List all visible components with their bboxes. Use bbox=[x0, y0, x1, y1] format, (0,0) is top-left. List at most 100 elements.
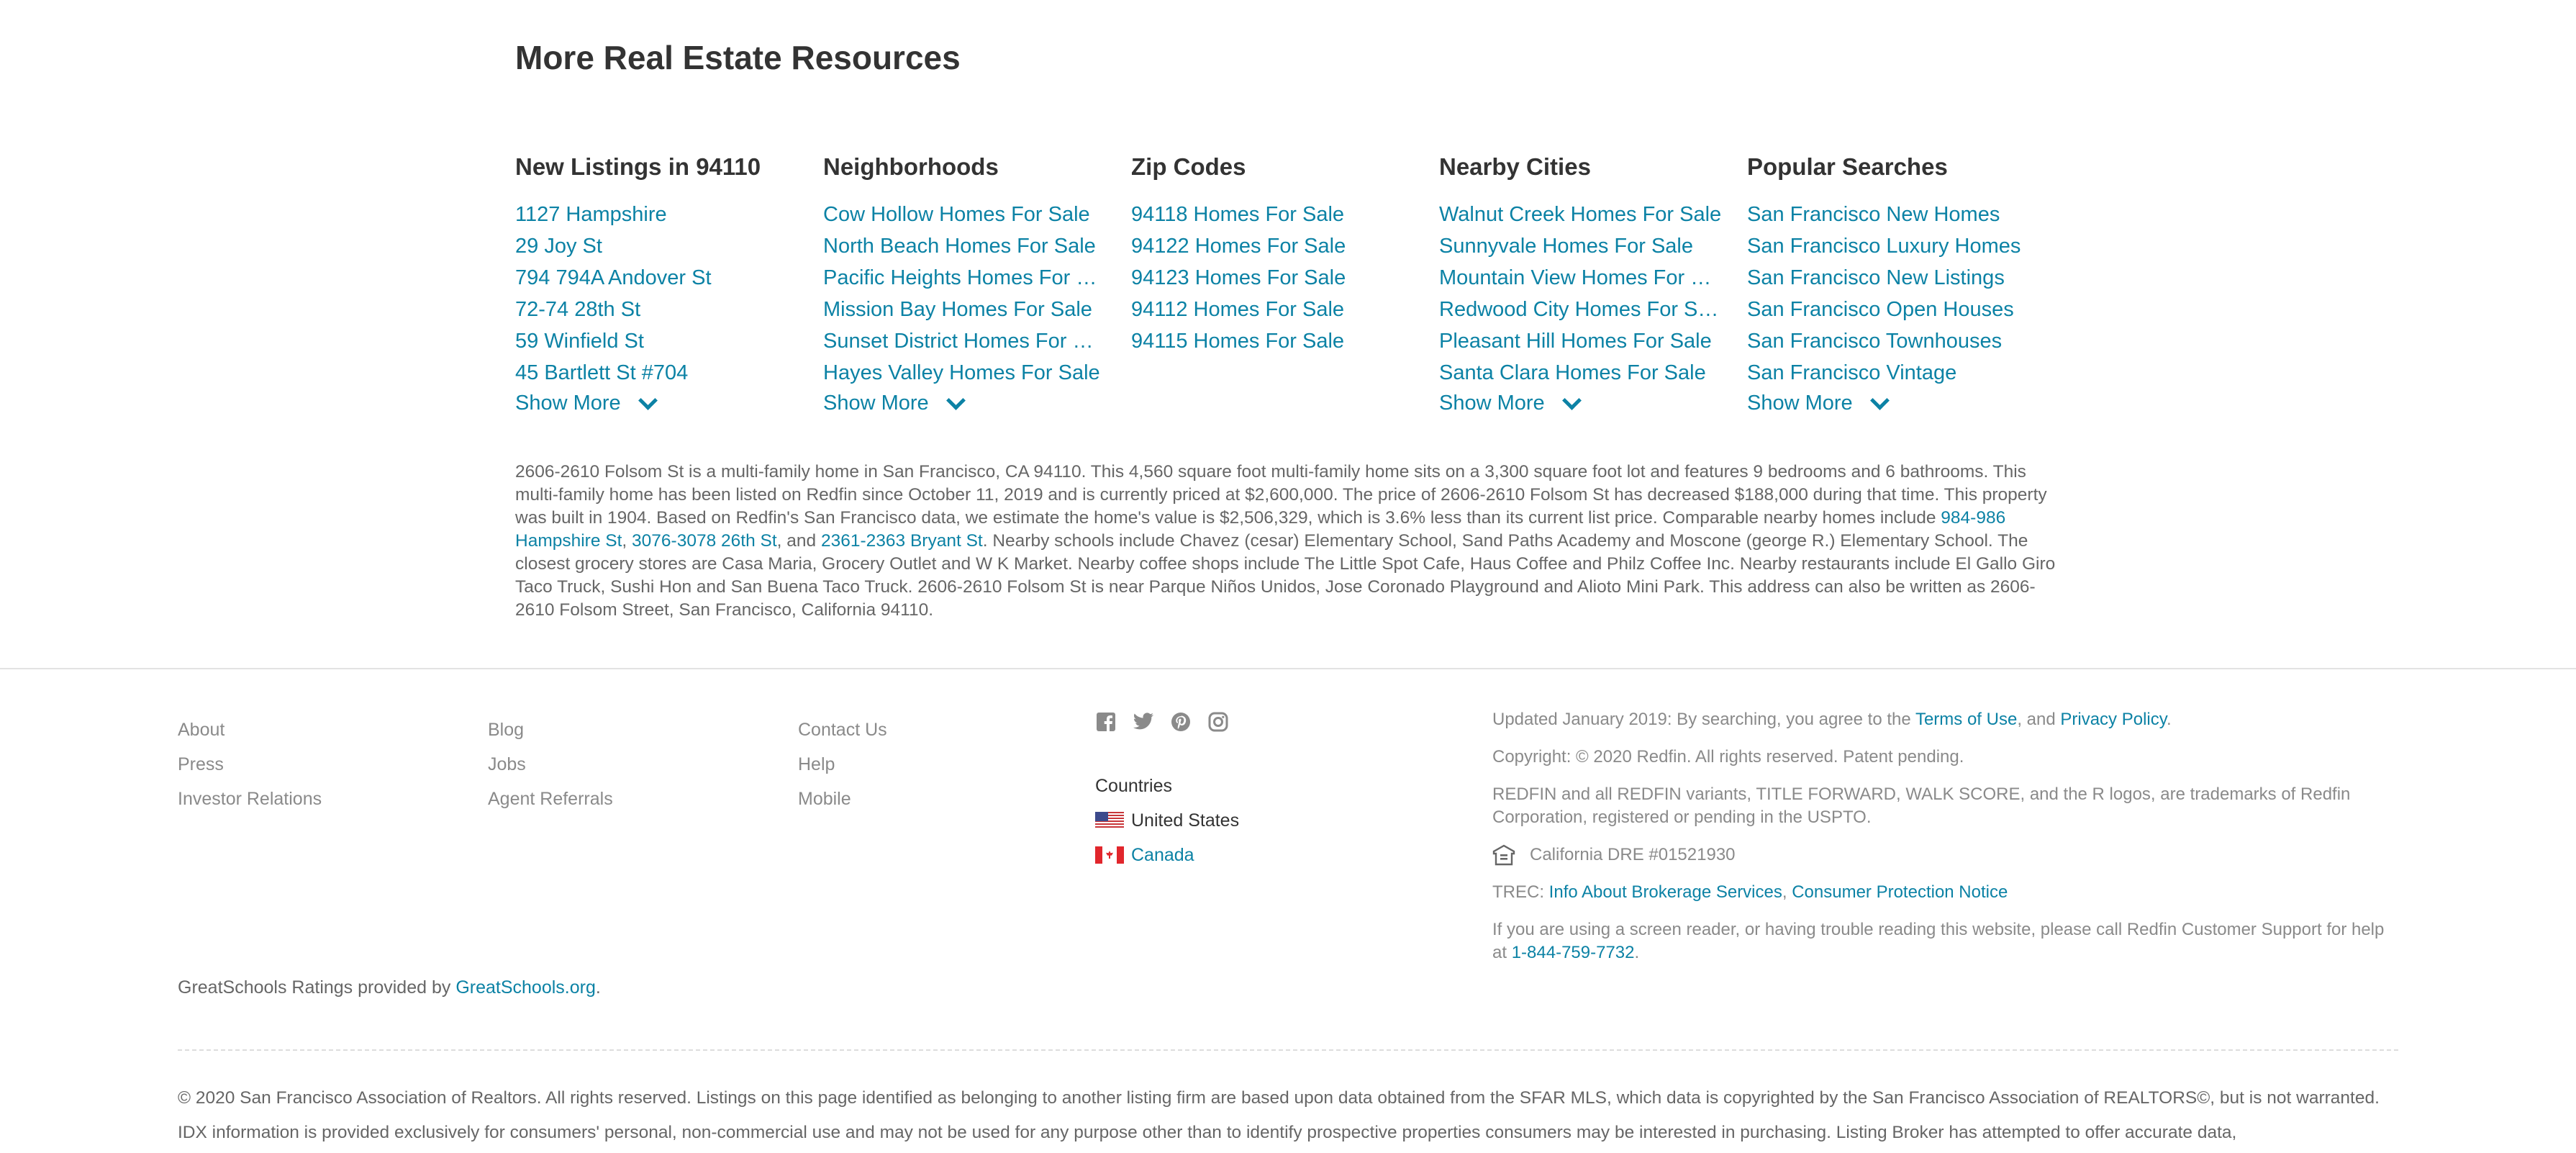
resource-link[interactable]: Redwood City Homes For S… bbox=[1439, 294, 1727, 325]
footer-links-company: About Press Investor Relations bbox=[178, 713, 322, 816]
link-list: San Francisco New Homes San Francisco Lu… bbox=[1747, 199, 2055, 389]
copyright: Copyright: © 2020 Redfin. All rights res… bbox=[1492, 747, 1964, 767]
country-canada[interactable]: Canada bbox=[1095, 838, 1239, 872]
footer-link-press[interactable]: Press bbox=[178, 747, 322, 782]
separator: , bbox=[1782, 882, 1792, 902]
resources-title: More Real Estate Resources bbox=[515, 39, 961, 76]
privacy-policy-link[interactable]: Privacy Policy bbox=[2060, 710, 2167, 729]
resource-column-new-listings: New Listings in 94110 1127 Hampshire 29 … bbox=[515, 150, 823, 417]
footer-link-investor-relations[interactable]: Investor Relations bbox=[178, 782, 322, 816]
resource-link[interactable]: 29 Joy St bbox=[515, 230, 803, 262]
separator: , and bbox=[776, 531, 821, 551]
dashed-divider bbox=[178, 1049, 2398, 1051]
chevron-down-icon bbox=[1561, 390, 1582, 410]
footer-link-agent-referrals[interactable]: Agent Referrals bbox=[488, 782, 613, 816]
resource-link[interactable]: 94118 Homes For Sale bbox=[1131, 199, 1419, 230]
show-more-button[interactable]: Show More bbox=[515, 389, 658, 417]
footer-link-contact-us[interactable]: Contact Us bbox=[798, 713, 887, 747]
resource-column-popular-searches: Popular Searches San Francisco New Homes… bbox=[1747, 150, 2055, 417]
resource-link[interactable]: 94122 Homes For Sale bbox=[1131, 230, 1419, 262]
country-label: United States bbox=[1131, 810, 1240, 831]
show-more-label: Show More bbox=[823, 392, 929, 415]
countries-title: Countries bbox=[1095, 776, 1172, 796]
resource-link[interactable]: Sunnyvale Homes For Sale bbox=[1439, 230, 1727, 262]
resource-link[interactable]: Mission Bay Homes For Sale bbox=[823, 294, 1111, 325]
resource-link[interactable]: 94115 Homes For Sale bbox=[1131, 325, 1419, 357]
resource-link[interactable]: 59 Winfield St bbox=[515, 325, 803, 357]
footer-link-about[interactable]: About bbox=[178, 713, 322, 747]
description-text: 2606-2610 Folsom St is a multi-family ho… bbox=[515, 462, 2047, 528]
resource-link[interactable]: San Francisco Vintage bbox=[1747, 357, 2035, 389]
consumer-protection-link[interactable]: Consumer Protection Notice bbox=[1792, 882, 2008, 902]
resource-link[interactable]: Cow Hollow Homes For Sale bbox=[823, 199, 1111, 230]
page: More Real Estate Resources New Listings … bbox=[0, 0, 2576, 1153]
column-heading: New Listings in 94110 bbox=[515, 153, 761, 180]
equal-housing-icon bbox=[1492, 844, 1515, 866]
resource-column-neighborhoods: Neighborhoods Cow Hollow Homes For Sale … bbox=[823, 150, 1131, 417]
resource-link[interactable]: San Francisco Luxury Homes bbox=[1747, 230, 2035, 262]
column-heading: Nearby Cities bbox=[1439, 153, 1591, 180]
country-label: Canada bbox=[1131, 845, 1194, 865]
resource-link[interactable]: Pacific Heights Homes For … bbox=[823, 262, 1111, 294]
column-heading: Popular Searches bbox=[1747, 153, 1948, 180]
show-more-button[interactable]: Show More bbox=[1439, 389, 1582, 417]
brokerage-services-link[interactable]: Info About Brokerage Services bbox=[1549, 882, 1782, 902]
resource-link[interactable]: North Beach Homes For Sale bbox=[823, 230, 1111, 262]
separator: , and bbox=[2017, 710, 2061, 729]
resource-link[interactable]: Pleasant Hill Homes For Sale bbox=[1439, 325, 1727, 357]
pinterest-icon[interactable] bbox=[1170, 711, 1192, 733]
footer-link-jobs[interactable]: Jobs bbox=[488, 747, 613, 782]
period: . bbox=[1634, 943, 1640, 962]
footer-link-mobile[interactable]: Mobile bbox=[798, 782, 887, 816]
screen-reader-notice: If you are using a screen reader, or hav… bbox=[1492, 918, 2385, 964]
footer-link-blog[interactable]: Blog bbox=[488, 713, 613, 747]
terms-of-use-link[interactable]: Terms of Use bbox=[1915, 710, 2017, 729]
us-flag-icon bbox=[1095, 812, 1124, 829]
twitter-icon[interactable] bbox=[1133, 711, 1154, 733]
resource-link[interactable]: Santa Clara Homes For Sale bbox=[1439, 357, 1727, 389]
terms-notice: Updated January 2019: By searching, you … bbox=[1492, 708, 2385, 731]
instagram-icon[interactable] bbox=[1207, 711, 1229, 733]
support-phone-link[interactable]: 1-844-759-7732 bbox=[1512, 943, 1635, 962]
resource-link[interactable]: San Francisco New Listings bbox=[1747, 262, 2035, 294]
resource-link[interactable]: Mountain View Homes For … bbox=[1439, 262, 1727, 294]
footer-links-support: Contact Us Help Mobile bbox=[798, 713, 887, 816]
greatschools-link[interactable]: GreatSchools.org bbox=[455, 977, 596, 998]
footer-link-help[interactable]: Help bbox=[798, 747, 887, 782]
separator: , bbox=[622, 531, 632, 551]
show-more-label: Show More bbox=[1439, 392, 1545, 415]
show-more-label: Show More bbox=[1747, 392, 1853, 415]
resource-link[interactable]: 72-74 28th St bbox=[515, 294, 803, 325]
resource-link[interactable]: 794 794A Andover St bbox=[515, 262, 803, 294]
greatschools-text: GreatSchools Ratings provided by bbox=[178, 977, 456, 998]
show-more-button[interactable]: Show More bbox=[1747, 389, 1890, 417]
comparable-home-link[interactable]: 3076-3078 26th St bbox=[632, 531, 777, 551]
column-heading: Neighborhoods bbox=[823, 153, 999, 180]
resource-link[interactable]: San Francisco Open Houses bbox=[1747, 294, 2035, 325]
social-links bbox=[1095, 711, 1229, 733]
resource-column-nearby-cities: Nearby Cities Walnut Creek Homes For Sal… bbox=[1439, 150, 1747, 417]
dre-number: California DRE #01521930 bbox=[1530, 845, 1736, 864]
resource-link[interactable]: 94112 Homes For Sale bbox=[1131, 294, 1419, 325]
chevron-down-icon bbox=[945, 390, 966, 410]
resource-link[interactable]: Hayes Valley Homes For Sale bbox=[823, 357, 1111, 389]
resource-link[interactable]: San Francisco Townhouses bbox=[1747, 325, 2035, 357]
comparable-home-link[interactable]: 2361-2363 Bryant St bbox=[821, 531, 983, 551]
resource-link[interactable]: Walnut Creek Homes For Sale bbox=[1439, 199, 1727, 230]
country-united-states[interactable]: United States bbox=[1095, 803, 1239, 838]
chevron-down-icon bbox=[1869, 390, 1890, 410]
footer-links-blog: Blog Jobs Agent Referrals bbox=[488, 713, 613, 816]
resource-link[interactable]: 45 Bartlett St #704 bbox=[515, 357, 803, 389]
resource-column-zip-codes: Zip Codes 94118 Homes For Sale 94122 Hom… bbox=[1131, 150, 1439, 417]
trademarks-notice: REDFIN and all REDFIN variants, TITLE FO… bbox=[1492, 785, 2351, 827]
resource-link[interactable]: San Francisco New Homes bbox=[1747, 199, 2035, 230]
show-more-button[interactable]: Show More bbox=[823, 389, 966, 417]
resource-link[interactable]: Sunset District Homes For … bbox=[823, 325, 1111, 357]
facebook-icon[interactable] bbox=[1095, 711, 1117, 733]
resource-link[interactable]: 1127 Hampshire bbox=[515, 199, 803, 230]
resource-link[interactable]: 94123 Homes For Sale bbox=[1131, 262, 1419, 294]
trec-notice: TREC: Info About Brokerage Services, Con… bbox=[1492, 881, 2385, 904]
dre-license: California DRE #01521930 bbox=[1492, 844, 2385, 867]
canada-flag-icon bbox=[1095, 846, 1124, 864]
link-list: 1127 Hampshire 29 Joy St 794 794A Andove… bbox=[515, 199, 823, 389]
